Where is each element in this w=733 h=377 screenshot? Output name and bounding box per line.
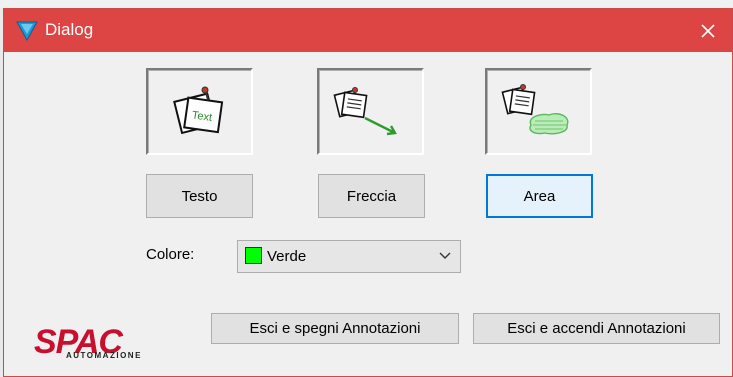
- logo-subtext: AUTOMAZIONE: [66, 351, 142, 360]
- exit-on-annotations-button[interactable]: Esci e accendi Annotazioni: [473, 313, 720, 344]
- area-button[interactable]: Area: [486, 174, 593, 218]
- text-tool-button[interactable]: Text: [146, 68, 253, 155]
- close-icon: [701, 24, 715, 38]
- background-strip: [0, 0, 733, 8]
- dialog-window: Dialog Text Testo Freccia Area Colore: V…: [3, 8, 733, 377]
- area-tool-button[interactable]: [485, 68, 592, 155]
- color-swatch: [245, 247, 262, 264]
- chevron-down-icon: [439, 252, 451, 259]
- color-dropdown-value: Verde: [267, 248, 307, 265]
- note-text-icon: Text: [172, 86, 223, 134]
- note-area-icon: [500, 83, 568, 134]
- close-button[interactable]: [690, 13, 726, 49]
- exit-off-annotations-button[interactable]: Esci e spegni Annotazioni: [211, 313, 459, 344]
- color-dropdown[interactable]: Verde: [237, 240, 461, 273]
- freccia-button[interactable]: Freccia: [318, 174, 425, 218]
- color-label: Colore:: [146, 246, 195, 263]
- funnel-logo-icon: [16, 21, 38, 42]
- title-bar: Dialog: [4, 9, 732, 52]
- note-arrow-icon: [332, 86, 397, 135]
- arrow-tool-button[interactable]: [317, 68, 424, 155]
- window-title: Dialog: [45, 20, 94, 39]
- testo-button[interactable]: Testo: [146, 174, 253, 218]
